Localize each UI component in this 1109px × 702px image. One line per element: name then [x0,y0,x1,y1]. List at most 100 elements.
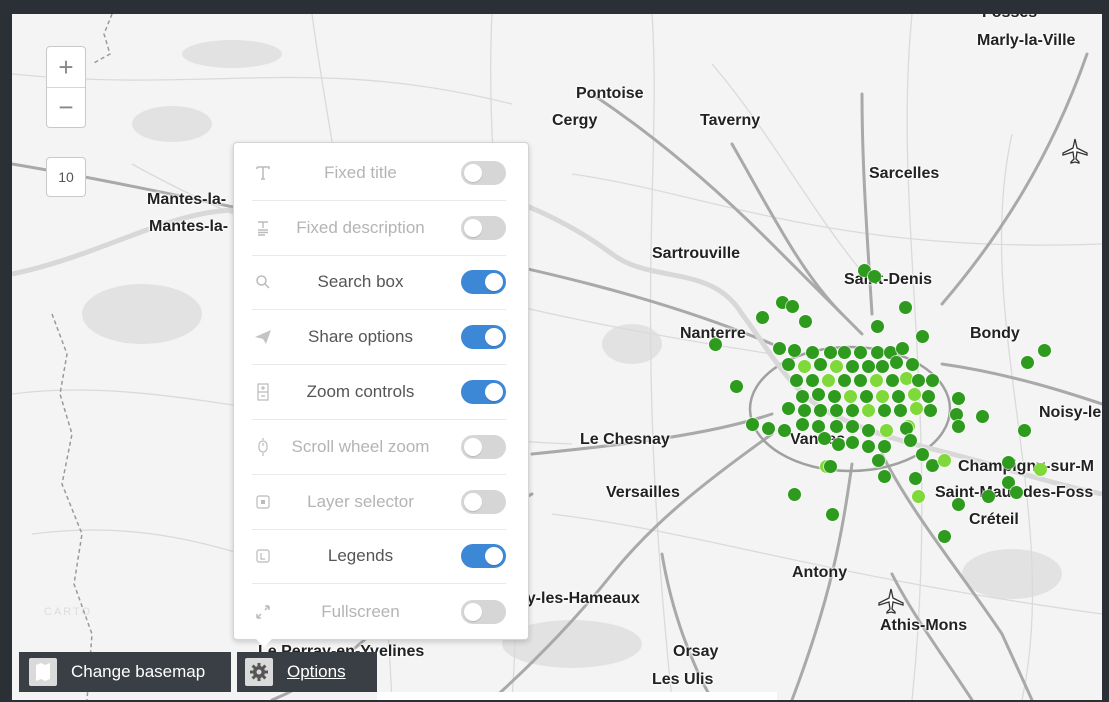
map-marker[interactable] [832,438,845,451]
map-marker[interactable] [862,424,875,437]
zoom-out-button[interactable]: − [47,87,85,127]
map-marker[interactable] [822,374,835,387]
map-marker[interactable] [824,460,837,473]
map-marker[interactable] [814,404,827,417]
map-marker[interactable] [899,301,912,314]
map-marker[interactable] [838,346,851,359]
map-marker[interactable] [912,490,925,503]
map-marker[interactable] [976,410,989,423]
option-toggle[interactable] [461,380,506,405]
map-marker[interactable] [756,311,769,324]
map-marker[interactable] [862,440,875,453]
map-marker[interactable] [788,488,801,501]
map-marker[interactable] [860,390,873,403]
map-marker[interactable] [790,374,803,387]
map-marker[interactable] [878,404,891,417]
map-marker[interactable] [1018,424,1031,437]
option-toggle[interactable] [461,544,506,569]
map-marker[interactable] [786,300,799,313]
option-toggle[interactable] [461,270,506,295]
map-marker[interactable] [812,388,825,401]
map-marker[interactable] [854,374,867,387]
map-marker[interactable] [846,360,859,373]
change-basemap-button[interactable]: Change basemap [19,652,231,692]
zoom-in-button[interactable]: + [47,47,85,87]
map-marker[interactable] [878,440,891,453]
map-marker[interactable] [814,358,827,371]
map-marker[interactable] [906,358,919,371]
map-marker[interactable] [952,392,965,405]
map-marker[interactable] [788,344,801,357]
map-marker[interactable] [798,404,811,417]
map-marker[interactable] [846,420,859,433]
map-marker[interactable] [818,432,831,445]
map-marker[interactable] [876,360,889,373]
map-marker[interactable] [830,360,843,373]
map-marker[interactable] [880,424,893,437]
map-marker[interactable] [982,490,995,503]
map-marker[interactable] [846,436,859,449]
map-marker[interactable] [916,448,929,461]
map-marker[interactable] [926,374,939,387]
map-marker[interactable] [938,454,951,467]
option-toggle[interactable] [461,215,506,240]
map-marker[interactable] [910,402,923,415]
map-marker[interactable] [878,470,891,483]
map-marker[interactable] [796,418,809,431]
map-marker[interactable] [1038,344,1051,357]
map-marker[interactable] [796,390,809,403]
map-marker[interactable] [950,408,963,421]
options-button[interactable]: Options [237,652,377,692]
map-marker[interactable] [908,388,921,401]
map-marker[interactable] [912,374,925,387]
option-toggle[interactable] [461,599,506,624]
map-marker[interactable] [778,424,791,437]
map-marker[interactable] [846,404,859,417]
map-marker[interactable] [1010,486,1023,499]
map-marker[interactable] [782,358,795,371]
map-marker[interactable] [830,420,843,433]
map-marker[interactable] [844,390,857,403]
map-marker[interactable] [868,270,881,283]
map-marker[interactable] [909,472,922,485]
map-marker[interactable] [938,530,951,543]
map-marker[interactable] [730,380,743,393]
option-toggle[interactable] [461,434,506,459]
map-canvas[interactable]: Fosses Marly-la-Ville Pontoise Cergy Tav… [12,14,1102,700]
option-toggle[interactable] [461,325,506,350]
map-marker[interactable] [1034,463,1047,476]
map-marker[interactable] [924,404,937,417]
option-toggle[interactable] [461,160,506,185]
map-marker[interactable] [871,320,884,333]
map-marker[interactable] [922,390,935,403]
map-marker[interactable] [894,404,907,417]
map-marker[interactable] [862,404,875,417]
map-marker[interactable] [798,360,811,373]
map-marker[interactable] [952,420,965,433]
map-marker[interactable] [830,404,843,417]
map-marker[interactable] [773,342,786,355]
option-toggle[interactable] [461,489,506,514]
map-marker[interactable] [876,390,889,403]
map-marker[interactable] [890,356,903,369]
map-marker[interactable] [870,374,883,387]
map-marker[interactable] [862,360,875,373]
map-marker[interactable] [904,434,917,447]
map-marker[interactable] [762,422,775,435]
map-marker[interactable] [709,338,722,351]
map-marker[interactable] [892,390,905,403]
map-marker[interactable] [900,372,913,385]
map-marker[interactable] [952,498,965,511]
map-marker[interactable] [916,330,929,343]
map-marker[interactable] [824,346,837,359]
map-marker[interactable] [826,508,839,521]
map-marker[interactable] [854,346,867,359]
map-marker[interactable] [886,374,899,387]
map-marker[interactable] [896,342,909,355]
map-marker[interactable] [828,390,841,403]
map-marker[interactable] [872,454,885,467]
map-marker[interactable] [746,418,759,431]
map-marker[interactable] [871,346,884,359]
map-marker[interactable] [1021,356,1034,369]
map-marker[interactable] [806,346,819,359]
